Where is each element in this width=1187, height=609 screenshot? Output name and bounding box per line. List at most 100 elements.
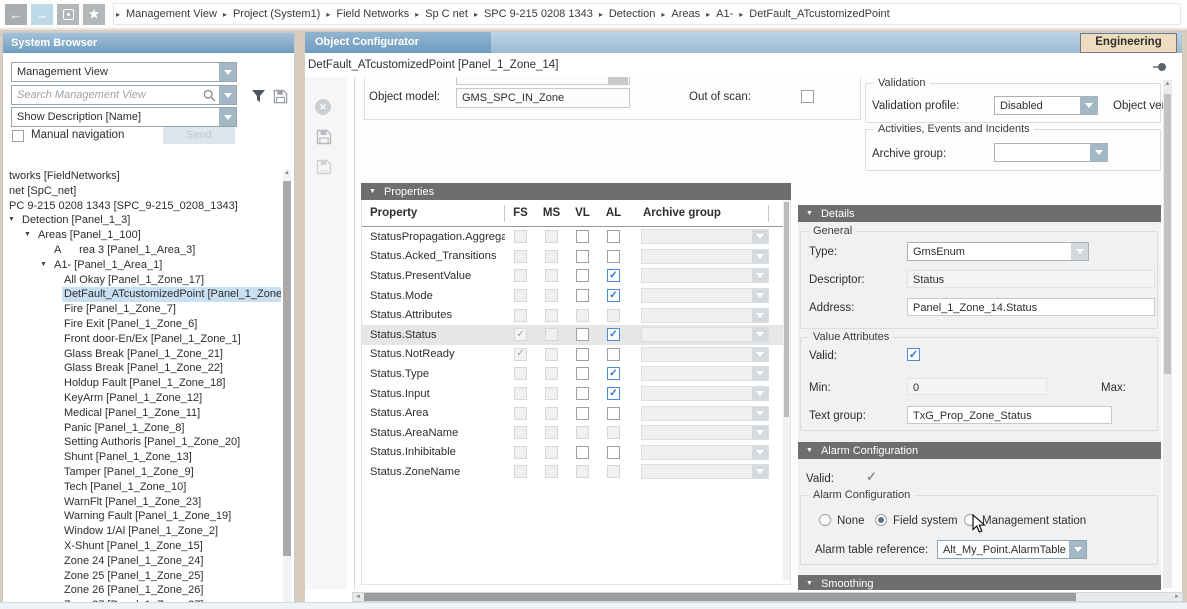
fs-checkbox[interactable]	[514, 348, 527, 361]
tree-item[interactable]: Fire Exit [Panel_1_Zone_6]	[5, 317, 281, 332]
search-input[interactable]: Search Management View	[11, 85, 237, 105]
tree-item[interactable]: DetFault_ATcustomizedPoint [Panel_1_Zone…	[5, 287, 281, 302]
chevron-down-icon[interactable]	[219, 63, 236, 81]
save-as-button[interactable]	[316, 159, 332, 175]
tree-item[interactable]: Zone 25 [Panel_1_Zone_25]	[5, 569, 281, 584]
al-checkbox[interactable]	[607, 387, 620, 400]
forward-button[interactable]: →	[31, 4, 53, 25]
vl-checkbox[interactable]	[576, 387, 589, 400]
breadcrumb-item[interactable]: Field Networks	[332, 8, 413, 20]
tree-item[interactable]: Setting Authoris [Panel_1_Zone_20]	[5, 435, 281, 450]
vl-checkbox[interactable]	[576, 269, 589, 282]
scrollbar-thumb[interactable]	[784, 202, 789, 417]
discard-changes-button[interactable]: ✕	[315, 99, 331, 115]
object-model-field[interactable]: GMS_SPC_IN_Zone	[456, 88, 630, 108]
tree-item[interactable]: ▼Detection [Panel_1_3]	[5, 213, 281, 228]
filter-button[interactable]	[249, 87, 267, 105]
tree-item[interactable]: Fire [Panel_1_Zone_7]	[5, 302, 281, 317]
scrollbar-thumb[interactable]	[1164, 94, 1171, 374]
tree-item[interactable]: Holdup Fault [Panel_1_Zone_18]	[5, 376, 281, 391]
expand-arrow-icon[interactable]: ▼	[7, 213, 20, 228]
breadcrumb-item[interactable]: Project (System1)	[229, 8, 324, 20]
column-property[interactable]: Property	[362, 205, 505, 222]
tree-item[interactable]: Medical [Panel_1_Zone_11]	[5, 406, 281, 421]
tree-item[interactable]: Warning Fault [Panel_1_Zone_19]	[5, 509, 281, 524]
min-field[interactable]: 0	[907, 378, 1047, 395]
chevron-down-icon[interactable]	[1090, 144, 1107, 161]
alarm-section-header[interactable]: Alarm Configuration	[798, 442, 1161, 459]
tree-item[interactable]: Glass Break [Panel_1_Zone_22]	[5, 361, 281, 376]
tree-item[interactable]: Shunt [Panel_1_Zone_13]	[5, 450, 281, 465]
vl-checkbox[interactable]	[576, 446, 589, 459]
radio-field-system[interactable]	[875, 514, 887, 526]
property-row[interactable]: StatusPropagation.Aggregat	[362, 227, 790, 247]
tree-item[interactable]: WarnFlt [Panel_1_Zone_23]	[5, 495, 281, 510]
save-button[interactable]	[316, 129, 332, 145]
fs-checkbox[interactable]	[514, 328, 527, 341]
vl-checkbox[interactable]	[576, 250, 589, 263]
tree-item[interactable]: X-Shunt [Panel_1_Zone_15]	[5, 539, 281, 554]
alarm-valid-check-icon[interactable]: ✓	[866, 469, 877, 485]
tree-item[interactable]: Tech [Panel_1_Zone_10]	[5, 480, 281, 495]
vl-checkbox[interactable]	[576, 328, 589, 341]
tree-item[interactable]: A rea 3 [Panel_1_Area_3]	[5, 243, 281, 258]
engineering-mode-button[interactable]: Engineering	[1080, 33, 1177, 53]
tree-item[interactable]: Glass Break [Panel_1_Zone_21]	[5, 347, 281, 362]
property-row[interactable]: Status.Type	[362, 364, 790, 384]
vl-checkbox[interactable]	[576, 367, 589, 380]
property-row[interactable]: Status.Mode	[362, 286, 790, 306]
al-checkbox[interactable]	[607, 250, 620, 263]
property-row[interactable]: Status.Inhibitable	[362, 443, 790, 463]
tree-item[interactable]: KeyArm [Panel_1_Zone_12]	[5, 391, 281, 406]
smoothing-section-header[interactable]: Smoothing	[798, 575, 1161, 590]
tree-item[interactable]: ▼A1- [Panel_1_Area_1]	[5, 258, 281, 273]
valid-checkbox[interactable]	[907, 348, 920, 361]
tree-item[interactable]: tworks [FieldNetworks]	[5, 169, 281, 184]
validation-profile-dropdown[interactable]: Disabled	[994, 96, 1098, 115]
tree-item[interactable]: PC 9-215 0208 1343 [SPC_9-215_0208_1343]	[5, 199, 281, 214]
al-checkbox[interactable]	[607, 348, 620, 361]
breadcrumb-item[interactable]: DetFault_ATcustomizedPoint	[745, 8, 893, 20]
descriptor-field[interactable]: Status	[907, 270, 1155, 288]
manual-navigation-checkbox[interactable]	[12, 130, 24, 142]
column-al[interactable]: AL	[598, 207, 629, 219]
tree-item[interactable]: Front door-En/Ex [Panel_1_Zone_1]	[5, 332, 281, 347]
al-checkbox[interactable]	[607, 269, 620, 282]
scrollbar-thumb[interactable]	[364, 593, 1076, 601]
chevron-down-icon[interactable]	[1069, 541, 1086, 558]
configurator-vertical-scrollbar[interactable]: ▲	[1163, 80, 1172, 588]
breadcrumb-item[interactable]: Sp C net	[421, 8, 472, 20]
radio-field-system-label[interactable]: Field system	[893, 515, 958, 527]
breadcrumb-item[interactable]: Areas	[667, 8, 704, 20]
property-row[interactable]: Status.PresentValue	[362, 266, 790, 286]
tree-item[interactable]: All Okay [Panel_1_Zone_17]	[5, 273, 281, 288]
tree-item[interactable]: Tamper [Panel_1_Zone_9]	[5, 465, 281, 480]
al-checkbox[interactable]	[607, 328, 620, 341]
tree-item[interactable]: net [SpC_net]	[5, 184, 281, 199]
breadcrumb-item[interactable]: Detection	[605, 8, 659, 20]
out-of-scan-checkbox[interactable]	[801, 90, 814, 103]
tree-item[interactable]: Panic [Panel_1_Zone_8]	[5, 421, 281, 436]
address-field[interactable]: Panel_1_Zone_14.Status	[907, 298, 1155, 316]
column-fs[interactable]: FS	[505, 207, 536, 219]
vl-checkbox[interactable]	[576, 407, 589, 420]
tree-item[interactable]: Zone 26 [Panel_1_Zone_26]	[5, 583, 281, 598]
property-row[interactable]: Status.Input	[362, 384, 790, 404]
pin-icon[interactable]	[1158, 63, 1166, 71]
breadcrumb-item[interactable]: Management View	[122, 8, 221, 20]
properties-section-header[interactable]: Properties	[361, 183, 791, 200]
send-button[interactable]: Send	[163, 127, 235, 144]
column-ms[interactable]: MS	[536, 207, 567, 219]
scrollbar-thumb[interactable]	[283, 181, 291, 556]
tab-object-configurator[interactable]: Object Configurator	[305, 32, 491, 53]
property-row[interactable]: Status.Status	[362, 325, 790, 345]
al-checkbox[interactable]	[607, 230, 620, 243]
back-button[interactable]: ←	[5, 4, 27, 25]
configurator-horizontal-scrollbar[interactable]: ◄ ►	[352, 592, 1183, 602]
property-row[interactable]: Status.Acked_Transitions	[362, 247, 790, 267]
property-row[interactable]: Status.Area	[362, 403, 790, 423]
details-section-header[interactable]: Details	[798, 205, 1161, 222]
search-icon[interactable]	[203, 89, 216, 102]
type-dropdown[interactable]: GmsEnum	[907, 242, 1089, 261]
al-checkbox[interactable]	[607, 289, 620, 302]
